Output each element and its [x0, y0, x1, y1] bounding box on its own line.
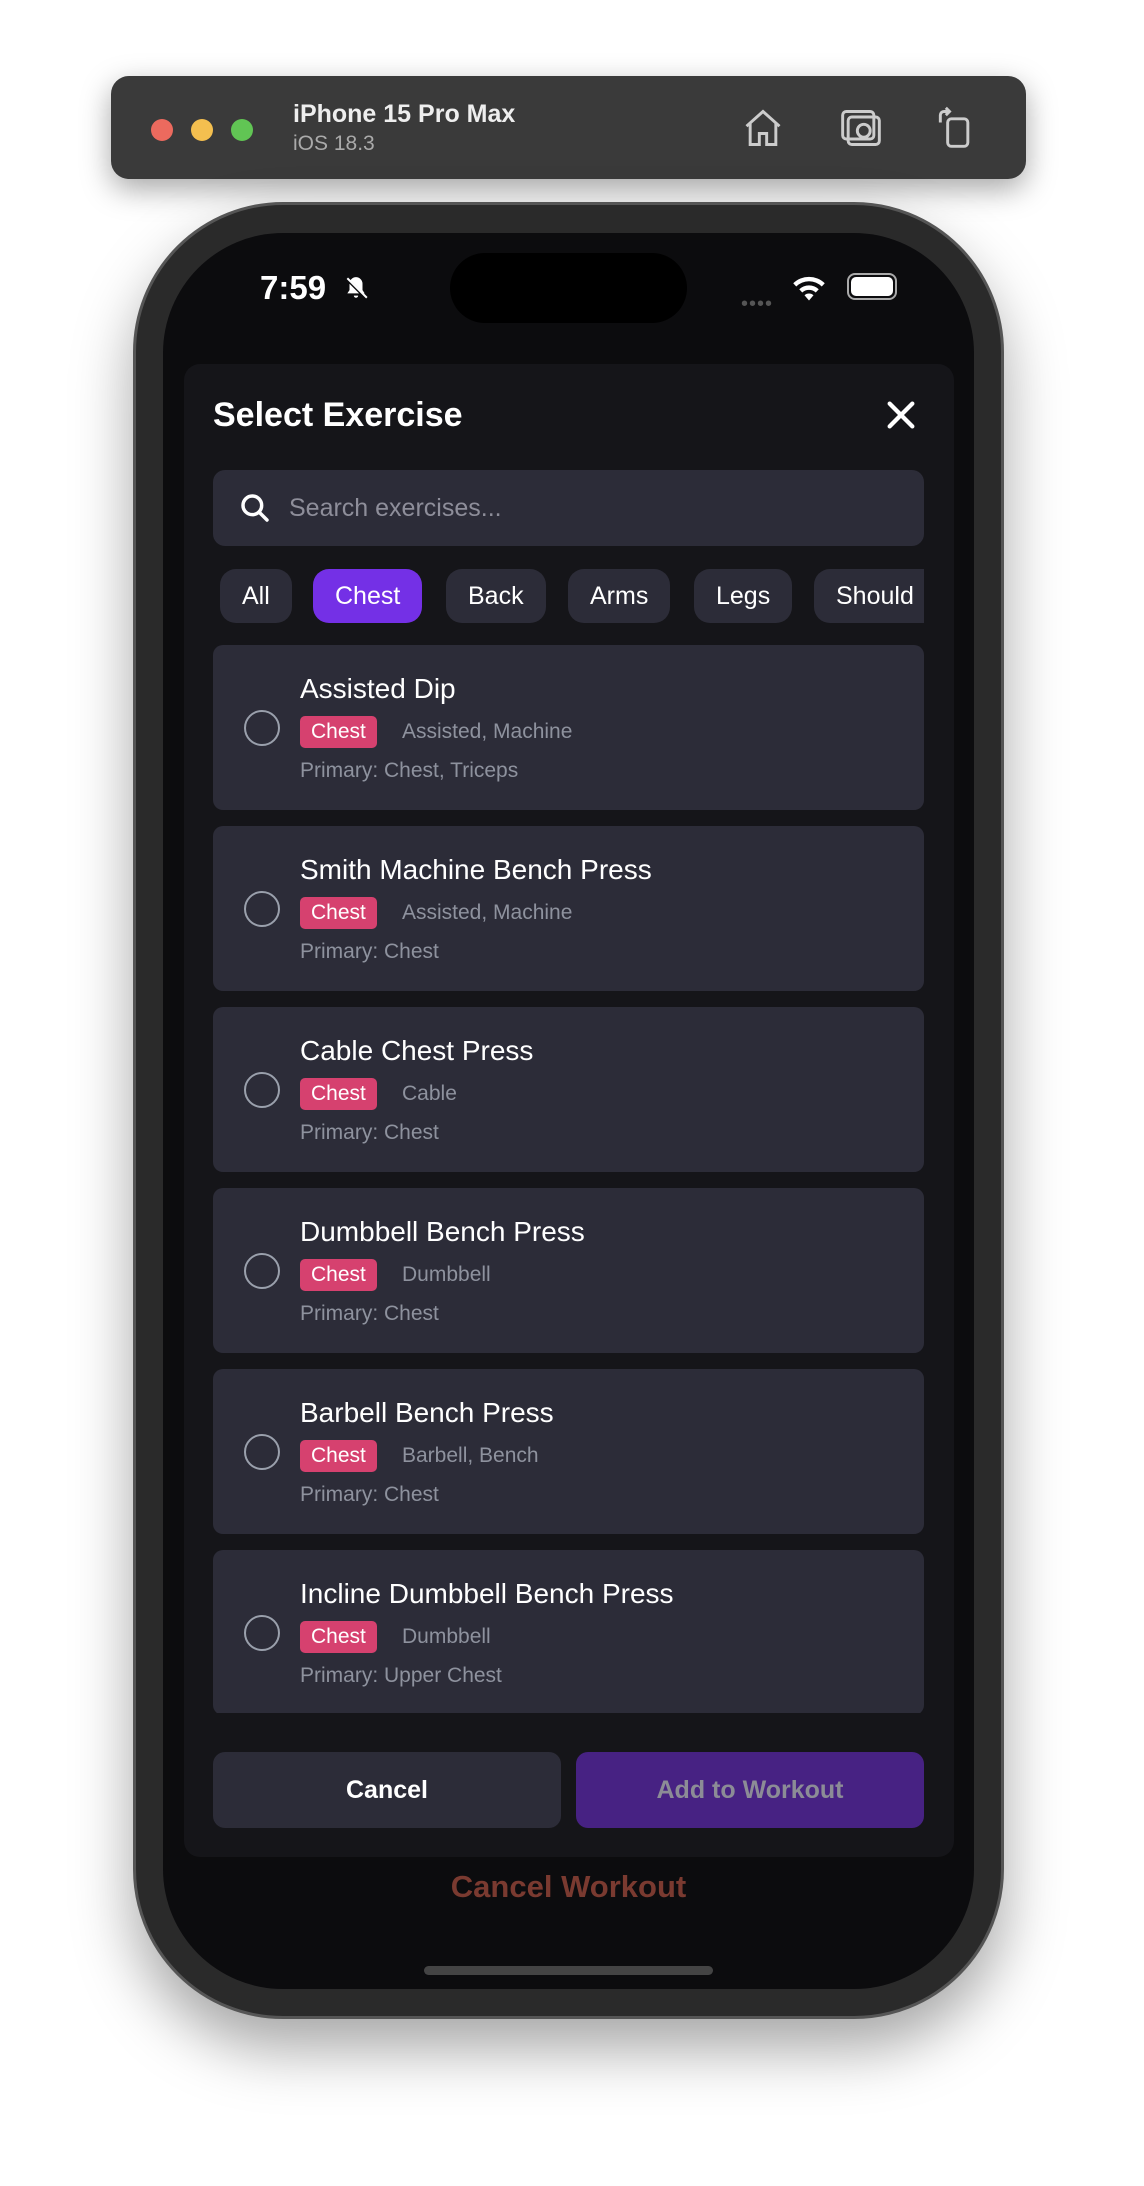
filter-chip-all[interactable]: All	[220, 569, 292, 623]
exercise-card[interactable]: Dumbbell Bench Press Chest Dumbbell Prim…	[213, 1188, 924, 1353]
close-icon[interactable]	[884, 398, 918, 432]
filter-chip-back[interactable]: Back	[446, 569, 546, 623]
rotate-icon[interactable]	[933, 106, 977, 150]
select-radio[interactable]	[244, 1253, 280, 1289]
select-radio[interactable]	[244, 891, 280, 927]
cancel-button[interactable]: Cancel	[213, 1752, 561, 1828]
primary-muscles: Primary: Chest	[300, 940, 439, 963]
category-badge: Chest	[300, 1440, 377, 1472]
exercise-name: Incline Dumbbell Bench Press	[300, 1578, 674, 1609]
exercise-name: Cable Chest Press	[300, 1035, 534, 1066]
add-to-workout-button[interactable]: Add to Workout	[576, 1752, 924, 1828]
primary-muscles: Primary: Upper Chest	[300, 1664, 502, 1687]
equipment-tags: Dumbbell	[402, 1263, 491, 1286]
battery-icon	[847, 273, 897, 300]
filter-chip-arms[interactable]: Arms	[568, 569, 671, 623]
phone-screen: 7:59 •••• Select Exercise Search exercis…	[163, 233, 974, 1989]
zoom-window-button[interactable]	[231, 119, 253, 141]
dynamic-island	[450, 253, 687, 323]
category-badge: Chest	[300, 1621, 377, 1653]
category-badge: Chest	[300, 716, 377, 748]
category-badge: Chest	[300, 897, 377, 929]
home-indicator[interactable]	[424, 1966, 713, 1975]
simulator-toolbar: iPhone 15 Pro Max iOS 18.3	[111, 76, 1026, 179]
exercise-card[interactable]: Incline Dumbbell Bench Press Chest Dumbb…	[213, 1550, 924, 1713]
select-exercise-modal: Select Exercise Search exercises... All …	[184, 364, 954, 1857]
exercise-card[interactable]: Smith Machine Bench Press Chest Assisted…	[213, 826, 924, 991]
primary-muscles: Primary: Chest	[300, 1483, 439, 1506]
select-radio[interactable]	[244, 710, 280, 746]
filter-chip-chest[interactable]: Chest	[313, 569, 423, 623]
select-radio[interactable]	[244, 1615, 280, 1651]
select-radio[interactable]	[244, 1434, 280, 1470]
screenshot-icon[interactable]	[839, 106, 883, 150]
cellular-signal-icon: ••••	[741, 293, 774, 315]
category-filters: All Chest Back Arms Legs Should	[213, 569, 924, 623]
cancel-workout-button[interactable]: Cancel Workout	[163, 1869, 974, 1905]
os-version: iOS 18.3	[293, 132, 375, 155]
category-badge: Chest	[300, 1078, 377, 1110]
equipment-tags: Barbell, Bench	[402, 1444, 539, 1467]
silent-bell-icon	[345, 277, 368, 299]
exercise-name: Smith Machine Bench Press	[300, 854, 652, 885]
primary-muscles: Primary: Chest	[300, 1121, 439, 1144]
exercise-card[interactable]: Assisted Dip Chest Assisted, Machine Pri…	[213, 645, 924, 810]
category-badge: Chest	[300, 1259, 377, 1291]
minimize-window-button[interactable]	[191, 119, 213, 141]
modal-title: Select Exercise	[213, 396, 463, 434]
search-placeholder: Search exercises...	[289, 494, 502, 522]
wifi-icon	[793, 276, 825, 301]
equipment-tags: Assisted, Machine	[402, 720, 573, 743]
exercise-list[interactable]: Assisted Dip Chest Assisted, Machine Pri…	[213, 645, 924, 1713]
primary-muscles: Primary: Chest, Triceps	[300, 759, 519, 782]
device-name: iPhone 15 Pro Max	[293, 100, 516, 128]
select-radio[interactable]	[244, 1072, 280, 1108]
primary-muscles: Primary: Chest	[300, 1302, 439, 1325]
exercise-name: Dumbbell Bench Press	[300, 1216, 585, 1247]
home-icon[interactable]	[741, 106, 785, 150]
equipment-tags: Assisted, Machine	[402, 901, 573, 924]
search-input[interactable]: Search exercises...	[213, 470, 924, 546]
equipment-tags: Cable	[402, 1082, 457, 1105]
exercise-card[interactable]: Cable Chest Press Chest Cable Primary: C…	[213, 1007, 924, 1172]
filter-chip-shoulders[interactable]: Should	[814, 569, 924, 623]
close-window-button[interactable]	[151, 119, 173, 141]
exercise-name: Assisted Dip	[300, 673, 456, 704]
filter-chip-legs[interactable]: Legs	[694, 569, 793, 623]
status-time: 7:59	[260, 269, 327, 306]
equipment-tags: Dumbbell	[402, 1625, 491, 1648]
exercise-card[interactable]: Barbell Bench Press Chest Barbell, Bench…	[213, 1369, 924, 1534]
search-icon	[241, 494, 269, 522]
exercise-name: Barbell Bench Press	[300, 1397, 554, 1428]
